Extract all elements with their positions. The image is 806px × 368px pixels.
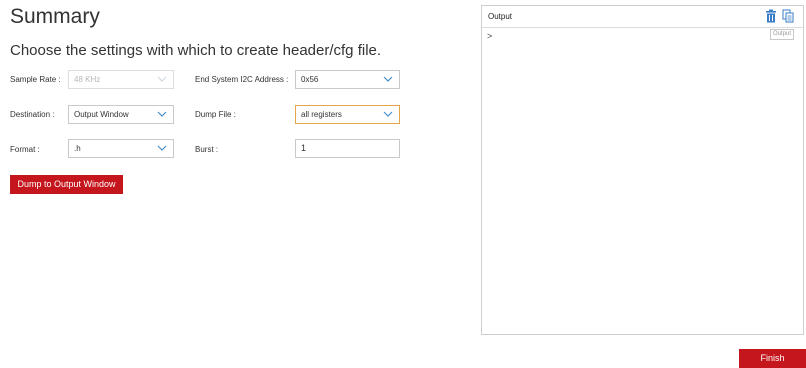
chevron-down-icon xyxy=(383,111,393,117)
chevron-down-icon xyxy=(157,76,167,82)
i2c-address-select[interactable]: 0x56 xyxy=(295,70,400,89)
format-select[interactable]: .h xyxy=(68,139,174,158)
sample-rate-label: Sample Rate : xyxy=(10,75,61,84)
dump-file-label: Dump File : xyxy=(195,110,236,119)
chevron-down-icon xyxy=(383,76,393,82)
trash-icon[interactable] xyxy=(765,9,777,23)
output-panel-header: Output xyxy=(482,6,803,28)
format-label: Format : xyxy=(10,145,40,154)
dump-to-output-button[interactable]: Dump to Output Window xyxy=(10,175,123,194)
page-subtitle: Choose the settings with which to create… xyxy=(10,42,382,59)
destination-value: Output Window xyxy=(74,110,129,119)
destination-label: Destination : xyxy=(10,110,55,119)
chevron-down-icon xyxy=(157,145,167,151)
destination-select[interactable]: Output Window xyxy=(68,105,174,124)
copy-icon[interactable] xyxy=(782,9,794,23)
output-panel-title: Output xyxy=(488,12,513,21)
finish-button[interactable]: Finish xyxy=(739,349,806,368)
dump-file-value: all registers xyxy=(301,110,342,119)
sample-rate-select[interactable]: 48 KHz xyxy=(68,70,174,89)
page-title: Summary xyxy=(10,5,100,28)
format-value: .h xyxy=(74,144,81,153)
output-prompt: > xyxy=(487,31,493,41)
output-panel: Output > Output xyxy=(481,5,804,335)
sample-rate-value: 48 KHz xyxy=(74,75,101,84)
dump-file-select[interactable]: all registers xyxy=(295,105,400,124)
chevron-down-icon xyxy=(157,111,167,117)
burst-input[interactable]: 1 xyxy=(295,139,400,158)
burst-label: Burst : xyxy=(195,145,219,154)
i2c-address-value: 0x56 xyxy=(301,75,319,84)
i2c-address-label: End System I2C Address : xyxy=(195,75,289,84)
output-tag: Output xyxy=(769,29,794,40)
